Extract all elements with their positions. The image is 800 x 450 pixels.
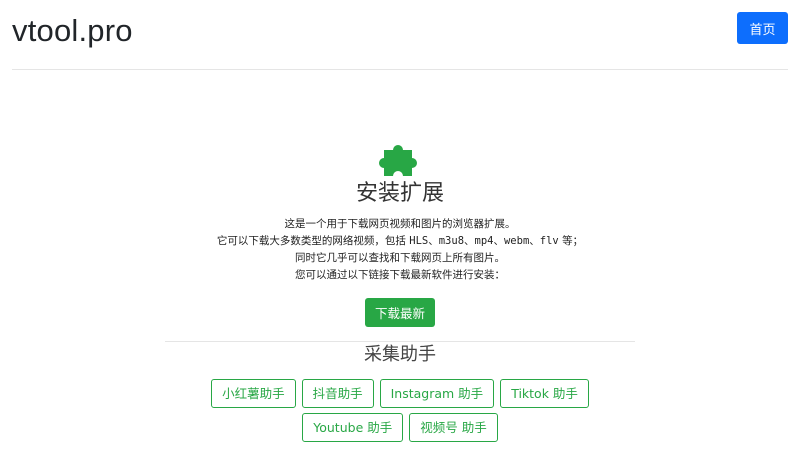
video-formats: HLS、m3u8、mp4、webm、flv xyxy=(409,235,559,247)
site-header: vtool.pro 首页 xyxy=(12,0,788,70)
helpers-section-title: 采集助手 xyxy=(0,340,800,366)
desc-line-1: 这是一个用于下载网页视频和图片的浏览器扩展。 xyxy=(284,218,516,230)
install-title: 安装扩展 xyxy=(355,181,444,206)
install-extension-section: 安装扩展 这是一个用于下载网页视频和图片的浏览器扩展。 它可以下载大多数类型的网… xyxy=(0,140,800,327)
xiaohongshu-helper-button[interactable]: 小红薯助手 xyxy=(211,379,296,408)
helpers-list: 小红薯助手 抖音助手 Instagram 助手 Tiktok 助手 Youtub… xyxy=(160,379,640,447)
desc-line-2-prefix: 它可以下载大多数类型的网络视频，包括 xyxy=(216,235,410,247)
instagram-helper-button[interactable]: Instagram 助手 xyxy=(379,379,495,408)
install-description: 这是一个用于下载网页视频和图片的浏览器扩展。 它可以下载大多数类型的网络视频，包… xyxy=(0,216,800,284)
desc-line-2-suffix: 等； xyxy=(558,235,584,247)
desc-line-3: 同时它几乎可以查找和下载网页上所有图片。 xyxy=(295,252,505,264)
tiktok-helper-button[interactable]: Tiktok 助手 xyxy=(500,379,589,408)
desc-line-4: 您可以通过以下链接下载最新软件进行安装： xyxy=(295,269,505,281)
youtube-helper-button[interactable]: Youtube 助手 xyxy=(302,413,404,442)
download-latest-button[interactable]: 下载最新 xyxy=(365,298,435,327)
puzzle-piece-icon xyxy=(378,145,418,176)
helpers-title-text: 采集助手 xyxy=(358,344,442,365)
desc-line-2: 它可以下载大多数类型的网络视频，包括 HLS、m3u8、mp4、webm、flv… xyxy=(0,233,800,250)
home-button[interactable]: 首页 xyxy=(737,12,788,44)
douyin-helper-button[interactable]: 抖音助手 xyxy=(301,379,374,408)
site-brand[interactable]: vtool.pro xyxy=(12,13,133,49)
shipinhao-helper-button[interactable]: 视频号 助手 xyxy=(409,413,498,442)
